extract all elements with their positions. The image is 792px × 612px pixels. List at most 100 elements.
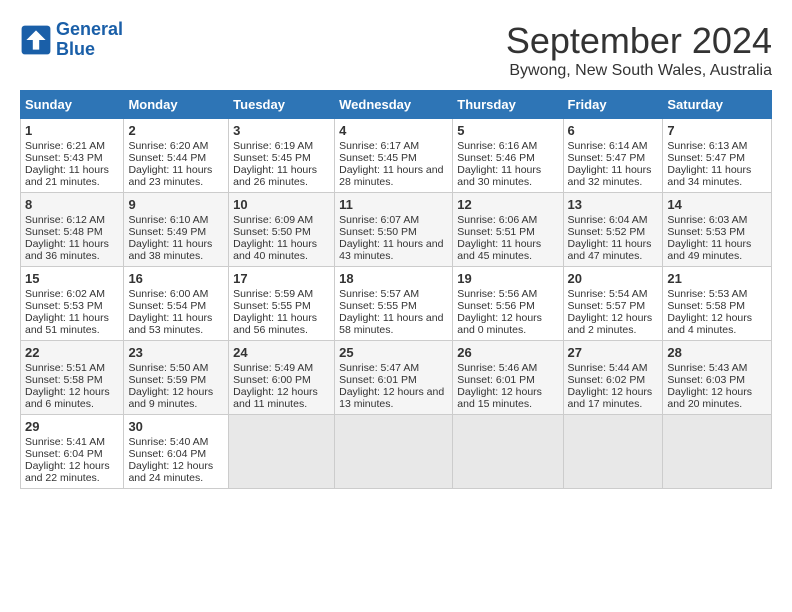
sunrise: Sunrise: 6:12 AM	[25, 214, 105, 226]
sunrise: Sunrise: 6:10 AM	[128, 214, 208, 226]
logo-icon	[20, 24, 52, 56]
col-header-thursday: Thursday	[453, 91, 563, 119]
daylight: Daylight: 12 hours and 6 minutes.	[25, 386, 110, 410]
sunrise: Sunrise: 6:06 AM	[457, 214, 537, 226]
logo-text: GeneralBlue	[56, 20, 123, 60]
day-cell: 30Sunrise: 5:40 AMSunset: 6:04 PMDayligh…	[124, 415, 229, 489]
sunset: Sunset: 5:45 PM	[339, 152, 417, 164]
week-row-1: 1Sunrise: 6:21 AMSunset: 5:43 PMDaylight…	[21, 119, 772, 193]
sunrise: Sunrise: 6:04 AM	[568, 214, 648, 226]
sunrise: Sunrise: 6:17 AM	[339, 140, 419, 152]
sunset: Sunset: 6:04 PM	[25, 448, 103, 460]
day-cell: 14 Sunrise: 6:03 AMSunset: 5:53 PMDayligh…	[663, 193, 772, 267]
daylight: Daylight: 11 hours and 23 minutes.	[128, 164, 212, 188]
day-number: 16	[128, 271, 224, 286]
day-number: 6	[568, 123, 659, 138]
day-cell: 23Sunrise: 5:50 AMSunset: 5:59 PMDayligh…	[124, 341, 229, 415]
day-cell: 5Sunrise: 6:16 AMSunset: 5:46 PMDaylight…	[453, 119, 563, 193]
day-cell: 10Sunrise: 6:09 AMSunset: 5:50 PMDayligh…	[229, 193, 335, 267]
day-cell: 19Sunrise: 5:56 AMSunset: 5:56 PMDayligh…	[453, 267, 563, 341]
day-number: 25	[339, 345, 448, 360]
sunrise: Sunrise: 6:00 AM	[128, 288, 208, 300]
page-subtitle: Bywong, New South Wales, Australia	[506, 62, 772, 80]
day-cell: 15Sunrise: 6:02 AMSunset: 5:53 PMDayligh…	[21, 267, 124, 341]
day-number: 22	[25, 345, 119, 360]
daylight: Daylight: 11 hours and 43 minutes.	[339, 238, 443, 262]
day-cell: 2Sunrise: 6:20 AMSunset: 5:44 PMDaylight…	[124, 119, 229, 193]
sunset: Sunset: 5:55 PM	[339, 300, 417, 312]
page-title: September 2024	[506, 20, 772, 62]
daylight: Daylight: 12 hours and 9 minutes.	[128, 386, 213, 410]
day-cell: 20Sunrise: 5:54 AMSunset: 5:57 PMDayligh…	[563, 267, 663, 341]
day-cell: 4Sunrise: 6:17 AMSunset: 5:45 PMDaylight…	[335, 119, 453, 193]
daylight: Daylight: 11 hours and 58 minutes.	[339, 312, 443, 336]
day-cell: 25Sunrise: 5:47 AMSunset: 6:01 PMDayligh…	[335, 341, 453, 415]
day-number: 7	[667, 123, 767, 138]
sunset: Sunset: 5:54 PM	[128, 300, 206, 312]
day-cell: 13Sunrise: 6:04 AMSunset: 5:52 PMDayligh…	[563, 193, 663, 267]
day-number: 3	[233, 123, 330, 138]
day-number: 26	[457, 345, 558, 360]
sunset: Sunset: 5:49 PM	[128, 226, 206, 238]
sunset: Sunset: 6:00 PM	[233, 374, 311, 386]
daylight: Daylight: 11 hours and 49 minutes.	[667, 238, 751, 262]
daylight: Daylight: 11 hours and 36 minutes.	[25, 238, 109, 262]
sunset: Sunset: 5:47 PM	[667, 152, 745, 164]
sunrise: Sunrise: 6:09 AM	[233, 214, 313, 226]
daylight: Daylight: 12 hours and 20 minutes.	[667, 386, 752, 410]
daylight: Daylight: 12 hours and 22 minutes.	[25, 460, 110, 484]
sunset: Sunset: 6:01 PM	[339, 374, 417, 386]
col-header-friday: Friday	[563, 91, 663, 119]
daylight: Daylight: 11 hours and 21 minutes.	[25, 164, 109, 188]
week-row-5: 29Sunrise: 5:41 AMSunset: 6:04 PMDayligh…	[21, 415, 772, 489]
sunset: Sunset: 5:58 PM	[667, 300, 745, 312]
col-header-tuesday: Tuesday	[229, 91, 335, 119]
day-number: 14	[667, 197, 767, 212]
sunrise: Sunrise: 5:54 AM	[568, 288, 648, 300]
day-number: 27	[568, 345, 659, 360]
sunrise: Sunrise: 5:46 AM	[457, 362, 537, 374]
sunrise: Sunrise: 5:43 AM	[667, 362, 747, 374]
daylight: Daylight: 11 hours and 34 minutes.	[667, 164, 751, 188]
day-number: 11	[339, 197, 448, 212]
sunrise: Sunrise: 6:03 AM	[667, 214, 747, 226]
daylight: Daylight: 11 hours and 38 minutes.	[128, 238, 212, 262]
day-cell: 3Sunrise: 6:19 AMSunset: 5:45 PMDaylight…	[229, 119, 335, 193]
sunset: Sunset: 5:48 PM	[25, 226, 103, 238]
sunrise: Sunrise: 5:56 AM	[457, 288, 537, 300]
sunset: Sunset: 5:53 PM	[667, 226, 745, 238]
sunrise: Sunrise: 6:07 AM	[339, 214, 419, 226]
sunset: Sunset: 5:44 PM	[128, 152, 206, 164]
sunset: Sunset: 6:03 PM	[667, 374, 745, 386]
day-cell	[663, 415, 772, 489]
sunrise: Sunrise: 6:21 AM	[25, 140, 105, 152]
day-cell: 7Sunrise: 6:13 AMSunset: 5:47 PMDaylight…	[663, 119, 772, 193]
day-cell: 1Sunrise: 6:21 AMSunset: 5:43 PMDaylight…	[21, 119, 124, 193]
daylight: Daylight: 12 hours and 4 minutes.	[667, 312, 752, 336]
sunrise: Sunrise: 6:02 AM	[25, 288, 105, 300]
day-number: 5	[457, 123, 558, 138]
logo: GeneralBlue	[20, 20, 123, 60]
day-cell: 26Sunrise: 5:46 AMSunset: 6:01 PMDayligh…	[453, 341, 563, 415]
sunrise: Sunrise: 6:19 AM	[233, 140, 313, 152]
daylight: Daylight: 11 hours and 51 minutes.	[25, 312, 109, 336]
sunrise: Sunrise: 6:14 AM	[568, 140, 648, 152]
day-number: 20	[568, 271, 659, 286]
day-cell: 22Sunrise: 5:51 AMSunset: 5:58 PMDayligh…	[21, 341, 124, 415]
sunset: Sunset: 5:47 PM	[568, 152, 646, 164]
sunrise: Sunrise: 5:47 AM	[339, 362, 419, 374]
day-number: 12	[457, 197, 558, 212]
daylight: Daylight: 12 hours and 2 minutes.	[568, 312, 653, 336]
sunset: Sunset: 5:50 PM	[339, 226, 417, 238]
sunrise: Sunrise: 5:40 AM	[128, 436, 208, 448]
day-number: 15	[25, 271, 119, 286]
day-cell: 11 Sunrise: 6:07 AMSunset: 5:50 PMDayligh…	[335, 193, 453, 267]
day-number: 4	[339, 123, 448, 138]
header-row: SundayMondayTuesdayWednesdayThursdayFrid…	[21, 91, 772, 119]
day-cell	[453, 415, 563, 489]
daylight: Daylight: 11 hours and 26 minutes.	[233, 164, 317, 188]
day-number: 24	[233, 345, 330, 360]
day-cell: 16Sunrise: 6:00 AMSunset: 5:54 PMDayligh…	[124, 267, 229, 341]
daylight: Daylight: 12 hours and 15 minutes.	[457, 386, 542, 410]
sunset: Sunset: 5:59 PM	[128, 374, 206, 386]
